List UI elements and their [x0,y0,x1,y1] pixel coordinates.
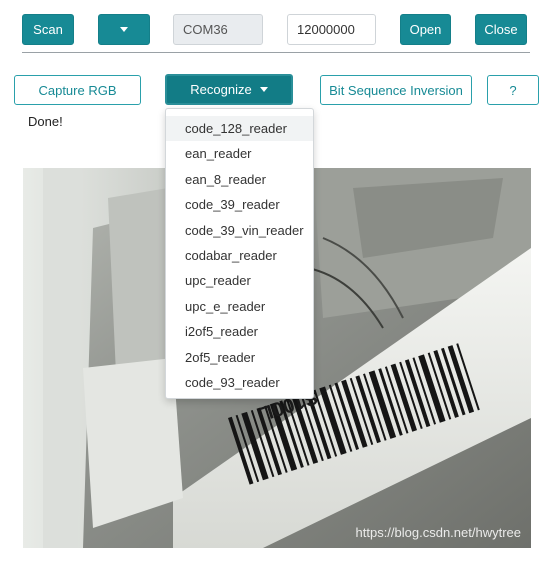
bit-sequence-inversion-button[interactable]: Bit Sequence Inversion [320,75,472,105]
scan-button[interactable]: Scan [22,14,74,45]
port-dropdown-button[interactable] [98,14,150,45]
chevron-down-icon [120,27,128,32]
menu-item-i2of5-reader[interactable]: i2of5_reader [166,319,313,344]
toolbar-divider [22,52,530,53]
recognize-dropdown-button[interactable]: Recognize [165,74,293,105]
port-field: COM36 [173,14,263,45]
baud-rate-input[interactable]: 12000000 [287,14,376,45]
menu-item-ean-reader[interactable]: ean_reader [166,141,313,166]
watermark: https://blog.csdn.net/hwytree [355,525,521,540]
capture-rgb-button[interactable]: Capture RGB [14,75,141,105]
menu-item-upc-e-reader[interactable]: upc_e_reader [166,294,313,319]
menu-item-code-39-vin-reader[interactable]: code_39_vin_reader [166,218,313,243]
chevron-down-icon [259,87,268,92]
menu-item-code-39-reader[interactable]: code_39_reader [166,192,313,217]
menu-item-ean-8-reader[interactable]: ean_8_reader [166,167,313,192]
status-text: Done! [28,114,63,129]
menu-item-2of5-reader[interactable]: 2of5_reader [166,345,313,370]
menu-item-code-128-reader[interactable]: code_128_reader [166,116,313,142]
menu-item-upc-reader[interactable]: upc_reader [166,268,313,293]
open-button[interactable]: Open [400,14,451,45]
menu-item-code-93-reader[interactable]: code_93_reader [166,370,313,395]
recognize-button-label: Recognize [190,82,252,97]
menu-item-codabar-reader[interactable]: codabar_reader [166,243,313,268]
close-button[interactable]: Close [475,14,527,45]
recognize-menu: code_128_reader ean_reader ean_8_reader … [165,108,314,399]
help-button[interactable]: ? [487,75,539,105]
